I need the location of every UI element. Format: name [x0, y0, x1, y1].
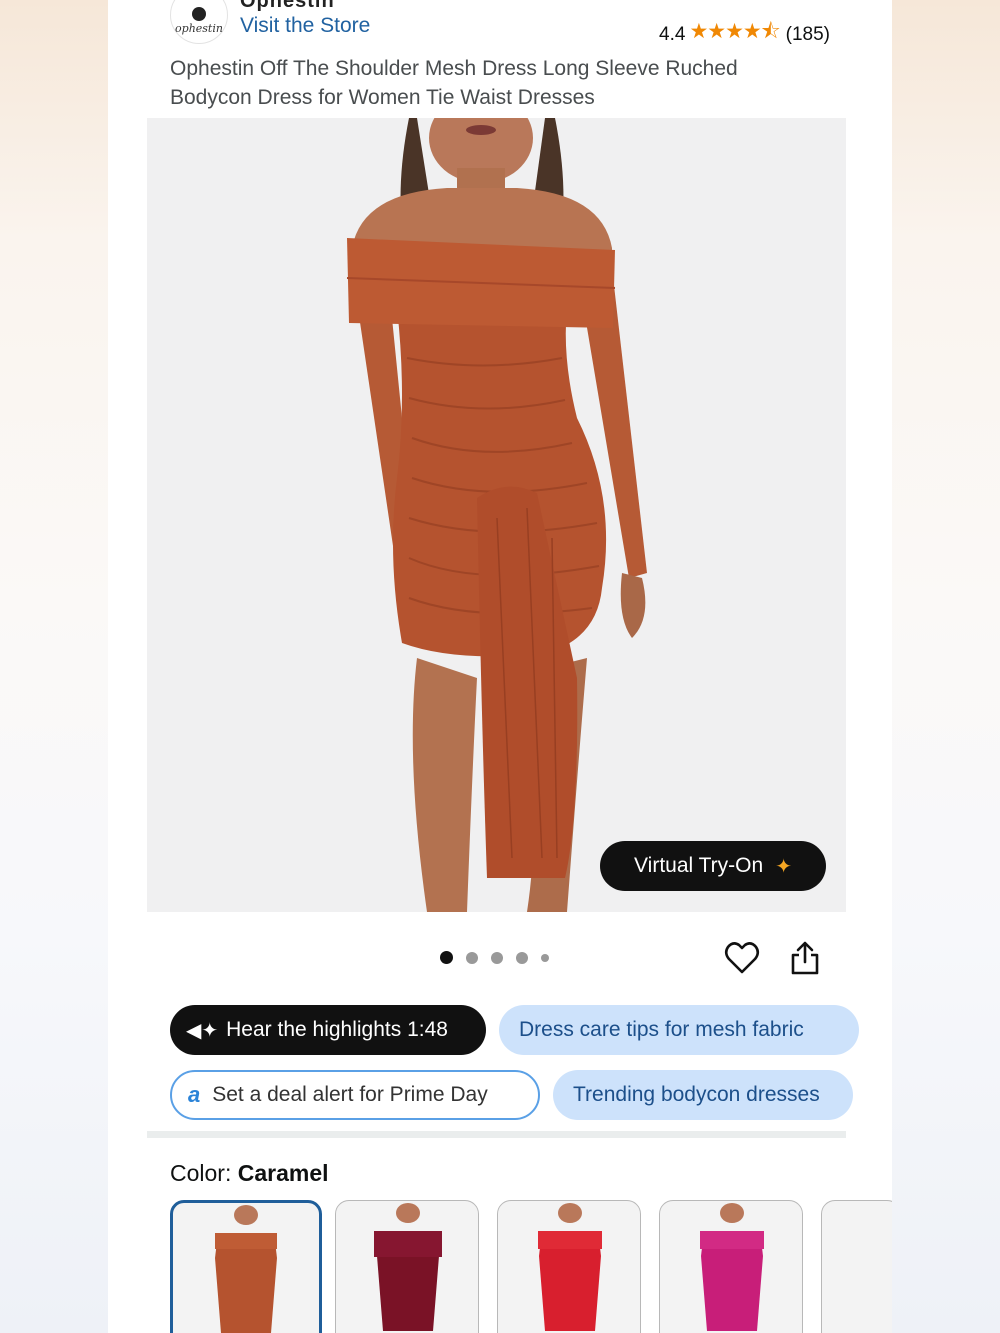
model-photo	[147, 118, 846, 912]
pagination-dot[interactable]	[541, 953, 549, 962]
brand-row: ophestin Ophestin Visit the Store 4.4 ★★…	[170, 0, 830, 45]
hear-highlights-label: Hear the highlights 1:48	[226, 1018, 448, 1041]
share-icon[interactable]	[790, 940, 820, 976]
swatch-thumbnail	[700, 1203, 764, 1331]
color-swatch[interactable]	[659, 1200, 803, 1333]
care-tips-chip[interactable]: Dress care tips for mesh fabric	[499, 1005, 859, 1055]
section-divider	[147, 1131, 846, 1138]
trending-chip[interactable]: Trending bodycon dresses	[553, 1070, 853, 1120]
virtual-tryon-button[interactable]: Virtual Try-On ✦	[600, 841, 826, 891]
trending-label: Trending bodycon dresses	[573, 1083, 820, 1106]
swatch-thumbnail	[215, 1205, 277, 1333]
deal-alert-label: Set a deal alert for Prime Day	[212, 1083, 488, 1106]
color-swatch-partial[interactable]	[821, 1200, 892, 1333]
rating-summary[interactable]: 4.4 ★★★★⯪ (185)	[659, 17, 830, 52]
pagination-dot[interactable]	[516, 951, 528, 964]
color-selector-label: Color: Caramel	[170, 1160, 329, 1187]
color-swatch[interactable]	[497, 1200, 641, 1333]
color-swatch-selected[interactable]	[170, 1200, 322, 1333]
brand-logo-text: ophestin	[175, 22, 223, 35]
brand-logo-mark	[192, 7, 206, 21]
product-image[interactable]: Virtual Try-On ✦	[147, 118, 846, 912]
product-title: Ophestin Off The Shoulder Mesh Dress Lon…	[170, 57, 738, 109]
image-pagination[interactable]	[440, 951, 549, 964]
virtual-tryon-label: Virtual Try-On	[634, 854, 764, 877]
pagination-dot[interactable]	[491, 951, 503, 964]
product-card: ophestin Ophestin Visit the Store 4.4 ★★…	[108, 0, 892, 1333]
visit-store-link[interactable]: Visit the Store	[240, 14, 370, 38]
color-label: Color:	[170, 1160, 232, 1186]
rufus-icon: a	[188, 1082, 201, 1107]
rating-value: 4.4	[659, 23, 686, 45]
swatch-thumbnail	[374, 1203, 442, 1331]
rating-count: (185)	[785, 23, 830, 45]
speaker-sparkle-icon: ◀✦	[186, 1019, 219, 1042]
color-swatch[interactable]	[335, 1200, 479, 1333]
brand-logo[interactable]: ophestin	[170, 0, 228, 44]
selected-color: Caramel	[237, 1160, 329, 1186]
care-tips-label: Dress care tips for mesh fabric	[519, 1018, 804, 1041]
star-rating-icon: ★★★★⯪	[689, 20, 780, 43]
pagination-dot-active[interactable]	[440, 951, 453, 964]
brand-name: Ophestin	[240, 0, 335, 12]
sparkle-icon: ✦	[775, 855, 792, 878]
hear-highlights-button[interactable]: ◀✦ Hear the highlights 1:48	[170, 1005, 486, 1055]
swatch-thumbnail	[538, 1203, 602, 1331]
deal-alert-chip[interactable]: a Set a deal alert for Prime Day	[170, 1070, 540, 1120]
pagination-dot[interactable]	[466, 951, 478, 964]
heart-icon[interactable]	[724, 940, 760, 976]
